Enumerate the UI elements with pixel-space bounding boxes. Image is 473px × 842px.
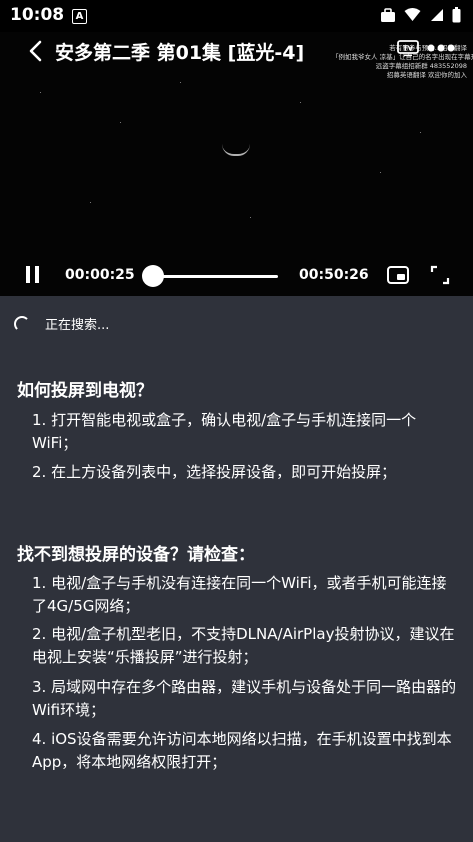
playback-controls: 00:00:25 00:50:26 — [0, 260, 473, 290]
troubleshoot-item: 1. 电视/盒子与手机没有连接在同一个WiFi，或者手机可能连接了4G/5G网络… — [32, 574, 447, 615]
video-title: 安多第二季 第01集 [蓝光-4] — [55, 42, 305, 64]
tv-cast-icon[interactable]: TV — [397, 40, 419, 56]
loading-spinner-icon — [14, 315, 30, 332]
troubleshoot-heading: 找不到想投屏的设备？请检查： — [17, 545, 255, 565]
total-time: 00:50:26 — [299, 267, 369, 283]
troubleshoot-item: 2. 电视/盒子机型老旧，不支持DLNA/AirPlay投射协议，建议在电视上安… — [32, 625, 455, 666]
briefcase-icon — [381, 7, 395, 22]
troubleshoot-item: 3. 局域网中存在多个路由器，建议手机与设备处于同一路由器的Wifi环境； — [32, 678, 457, 719]
picture-in-picture-icon[interactable] — [387, 266, 409, 284]
troubleshoot-item: 4. iOS设备需要允许访问本地网络以扫描，在手机设置中找到本App，将本地网络… — [32, 730, 452, 771]
how-to-cast-heading: 如何投屏到电视？ — [17, 381, 153, 401]
searching-label: 正在搜索... — [45, 318, 110, 333]
wifi-icon — [404, 8, 421, 21]
search-status: 正在搜索... — [14, 314, 109, 333]
more-options-icon[interactable] — [427, 43, 455, 53]
signal-icon — [431, 9, 443, 21]
video-player[interactable]: 安多第二季 第01集 [蓝光-4] 若有意参与预约...招募翻译 「例如我爷女人… — [0, 32, 473, 296]
back-arrow-icon[interactable] — [24, 38, 50, 64]
pause-icon[interactable] — [26, 266, 40, 283]
fullscreen-icon[interactable] — [430, 265, 450, 285]
battery-icon — [452, 7, 461, 23]
status-time: 10:08 — [10, 5, 65, 25]
seek-bar[interactable] — [152, 275, 278, 278]
moon-image — [222, 144, 250, 156]
how-item: 2. 在上方设备列表中，选择投屏设备，即可开始投屏； — [32, 463, 397, 481]
svg-text:TV: TV — [403, 45, 414, 53]
how-item: 1. 打开智能电视或盒子，确认电视/盒子与手机连接同一个WiFi； — [32, 411, 417, 452]
status-icons — [380, 7, 461, 23]
seek-thumb[interactable] — [142, 265, 165, 287]
notification-badge: A — [72, 9, 87, 24]
current-time: 00:00:25 — [65, 267, 135, 283]
status-bar: 10:08 A — [0, 0, 473, 32]
